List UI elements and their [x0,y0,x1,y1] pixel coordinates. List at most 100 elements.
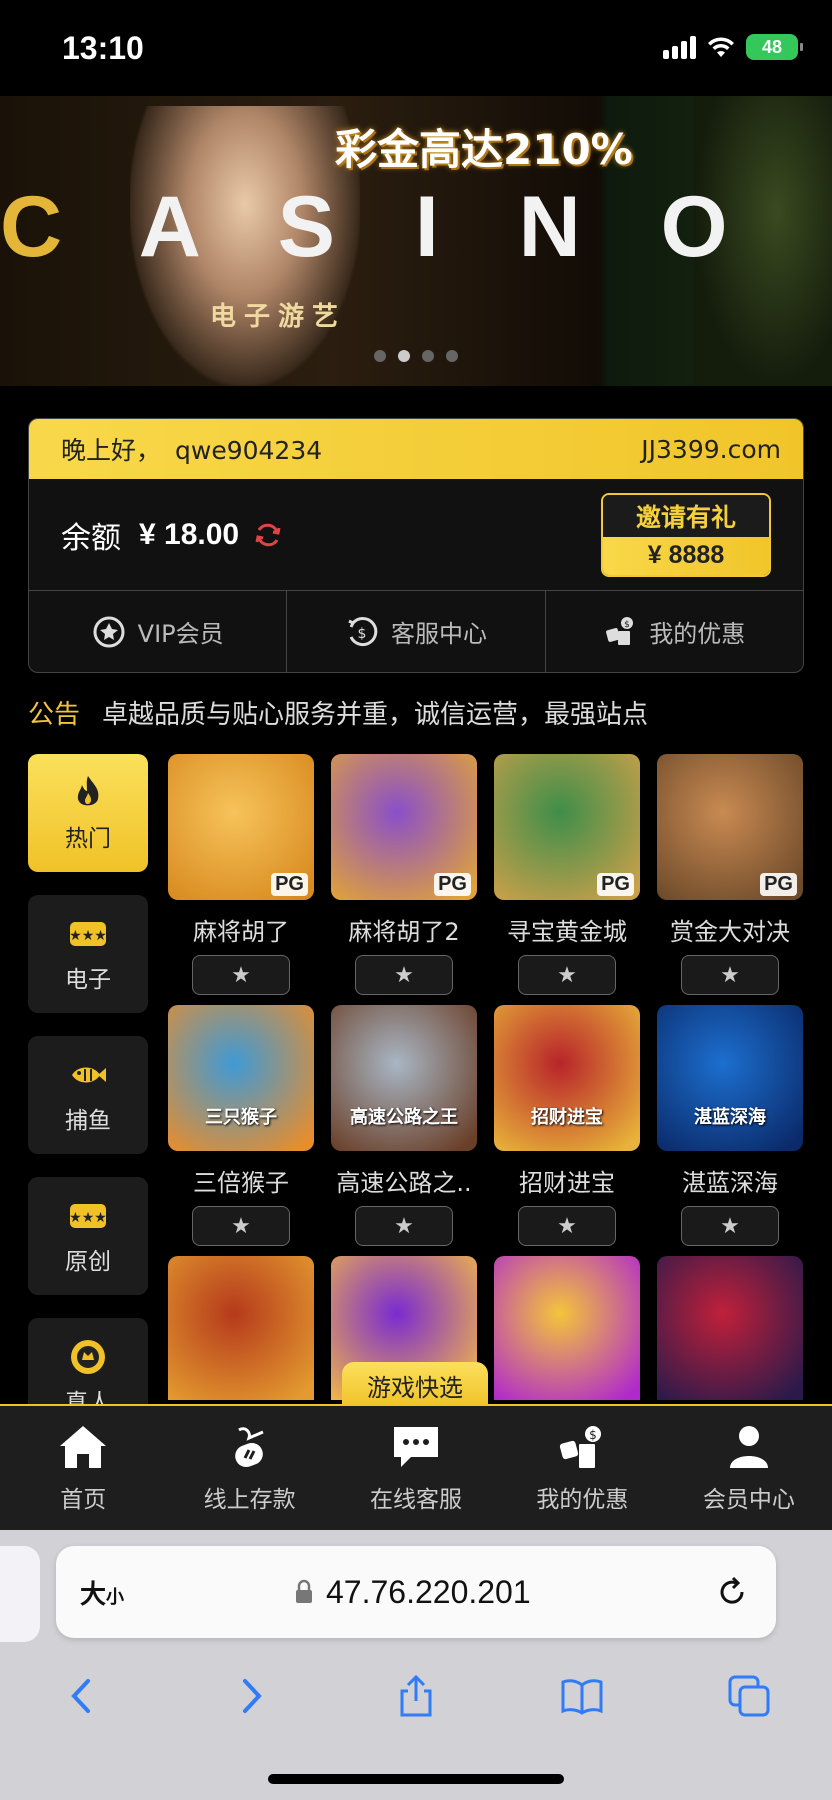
svg-text:$: $ [624,620,630,630]
nav-label: 在线客服 [370,1487,463,1513]
game-thumbnail[interactable]: 三只猴子 [168,1005,314,1151]
nav-promotions[interactable]: $ 我的优惠 [499,1406,665,1530]
game-tile[interactable]: PG 麻将胡了 ★ [168,754,314,995]
nav-label: 线上存款 [203,1487,296,1513]
forward-icon[interactable] [227,1673,273,1719]
previous-tab-edge[interactable] [0,1546,40,1642]
nav-deposit[interactable]: 线上存款 [166,1406,332,1530]
game-tile[interactable]: 湛蓝深海 湛蓝深海 ★ [657,1005,803,1246]
game-name: 麻将胡了2 [348,918,460,946]
announcement-bar[interactable]: 公告 卓越品质与贴心服务并重，诚信运营，最强站点 [28,694,648,731]
favorite-star-button[interactable]: ★ [192,955,290,995]
my-promotions-button[interactable]: $ 我的优惠 [546,591,803,672]
reload-icon[interactable] [714,1574,750,1610]
category-label: 电子 [65,967,111,993]
svg-text:$: $ [358,626,367,642]
game-tile[interactable] [168,1256,314,1400]
game-tile[interactable]: 高速公路之王 高速公路之.. ★ [331,1005,477,1246]
game-tile[interactable]: PG 麻将胡了2 ★ [331,754,477,995]
bookmarks-icon[interactable] [559,1673,605,1719]
nav-label: 我的优惠 [536,1487,629,1513]
game-thumbnail[interactable] [657,1256,803,1400]
invite-amount: ¥ 8888 [603,536,769,575]
favorite-star-button[interactable]: ★ [518,955,616,995]
refresh-icon[interactable] [253,520,283,550]
banner-subtitle: 电子游艺 [210,302,347,332]
game-tile[interactable] [494,1256,640,1400]
balance: 余额 ¥ 18.00 [61,513,283,557]
tabs-icon[interactable] [726,1673,772,1719]
game-thumbnail[interactable]: 招财进宝 [494,1005,640,1151]
bottom-nav: 首页 线上存款 在线客服 $ 我的优惠 会员中心 [0,1404,832,1530]
game-thumbnail[interactable]: 湛蓝深海 [657,1005,803,1151]
game-thumbnail[interactable]: PG [331,754,477,900]
invite-button[interactable]: 邀请有礼 ¥ 8888 [601,492,771,577]
banner-dot-active[interactable] [398,350,410,362]
game-name: 湛蓝深海 [682,1169,778,1197]
account-card: 晚上好， qwe904234 JJ3399.com 余额 ¥ 18.00 邀请有礼… [28,418,804,673]
banner-dot[interactable] [446,350,458,362]
promotions-icon: $ [560,1426,602,1468]
game-thumbnail[interactable]: 高速公路之王 [331,1005,477,1151]
provider-badge: PG [760,873,797,896]
lock-icon [296,1579,312,1603]
game-thumbnail[interactable]: PG [168,754,314,900]
customer-service-button[interactable]: $ 客服中心 [287,591,546,672]
category-label: 热门 [65,826,111,852]
banner-pagination[interactable] [374,350,458,362]
balance-value: ¥ 18.00 [139,517,240,551]
promo-banner[interactable]: 彩金高达210% C A S I N O 电子游艺 [0,96,832,386]
game-tile[interactable]: PG 赏金大对决 ★ [657,754,803,995]
category-hot[interactable]: 热门 [28,754,148,872]
svg-text:★★★: ★★★ [69,1210,107,1226]
slot-icon: ★★★ [69,1204,107,1228]
category-original[interactable]: ★★★ 原创 [28,1177,148,1295]
announcement-label: 公告 [28,700,81,730]
thumbnail-title: 高速公路之王 [350,1107,458,1128]
favorite-star-button[interactable]: ★ [518,1206,616,1246]
status-time: 13:10 [62,30,144,66]
chip-icon [71,1340,105,1374]
text-size-small: 小 [106,1586,125,1608]
customer-service-label: 客服中心 [390,620,487,648]
game-thumbnail[interactable]: PG [657,754,803,900]
nav-live-chat[interactable]: 在线客服 [333,1406,499,1530]
address-bar[interactable]: 大小 47.76.220.201 [56,1546,776,1638]
game-name: 寻宝黄金城 [507,918,627,946]
game-tile[interactable] [657,1256,803,1400]
share-icon[interactable] [393,1673,439,1719]
nav-member-center[interactable]: 会员中心 [666,1406,832,1530]
site-domain: JJ3399.com [641,434,781,464]
greeting: 晚上好， qwe904234 [61,431,336,467]
wifi-icon [708,37,734,57]
back-icon[interactable] [60,1673,106,1719]
category-label: 原创 [65,1249,111,1275]
game-thumbnail[interactable]: PG [494,754,640,900]
game-tile[interactable]: 招财进宝 招财进宝 ★ [494,1005,640,1246]
category-fishing[interactable]: 捕鱼 [28,1036,148,1154]
greeting-bar: 晚上好， qwe904234 JJ3399.com [29,419,803,479]
banner-dot[interactable] [422,350,434,362]
balance-label: 余额 [61,520,121,556]
favorite-star-button[interactable]: ★ [681,1206,779,1246]
username: qwe904234 [175,436,323,465]
quick-pick-button[interactable]: 游戏快选 [342,1362,488,1408]
category-label: 捕鱼 [65,1108,111,1134]
game-thumbnail[interactable] [494,1256,640,1400]
vip-button[interactable]: VIP会员 [29,591,288,672]
banner-dot[interactable] [374,350,386,362]
url-text: 47.76.220.201 [326,1573,531,1610]
url-display[interactable]: 47.76.220.201 [294,1574,531,1611]
favorite-star-button[interactable]: ★ [681,955,779,995]
promotions-icon: $ [606,616,634,645]
game-tile[interactable]: PG 寻宝黄金城 ★ [494,754,640,995]
category-slots[interactable]: ★★★ 电子 [28,895,148,1013]
favorite-star-button[interactable]: ★ [355,955,453,995]
my-promotions-label: 我的优惠 [649,620,746,648]
text-size-button[interactable]: 大小 [80,1574,124,1611]
favorite-star-button[interactable]: ★ [192,1206,290,1246]
game-thumbnail[interactable] [168,1256,314,1400]
nav-home[interactable]: 首页 [0,1406,166,1530]
game-tile[interactable]: 三只猴子 三倍猴子 ★ [168,1005,314,1246]
favorite-star-button[interactable]: ★ [355,1206,453,1246]
